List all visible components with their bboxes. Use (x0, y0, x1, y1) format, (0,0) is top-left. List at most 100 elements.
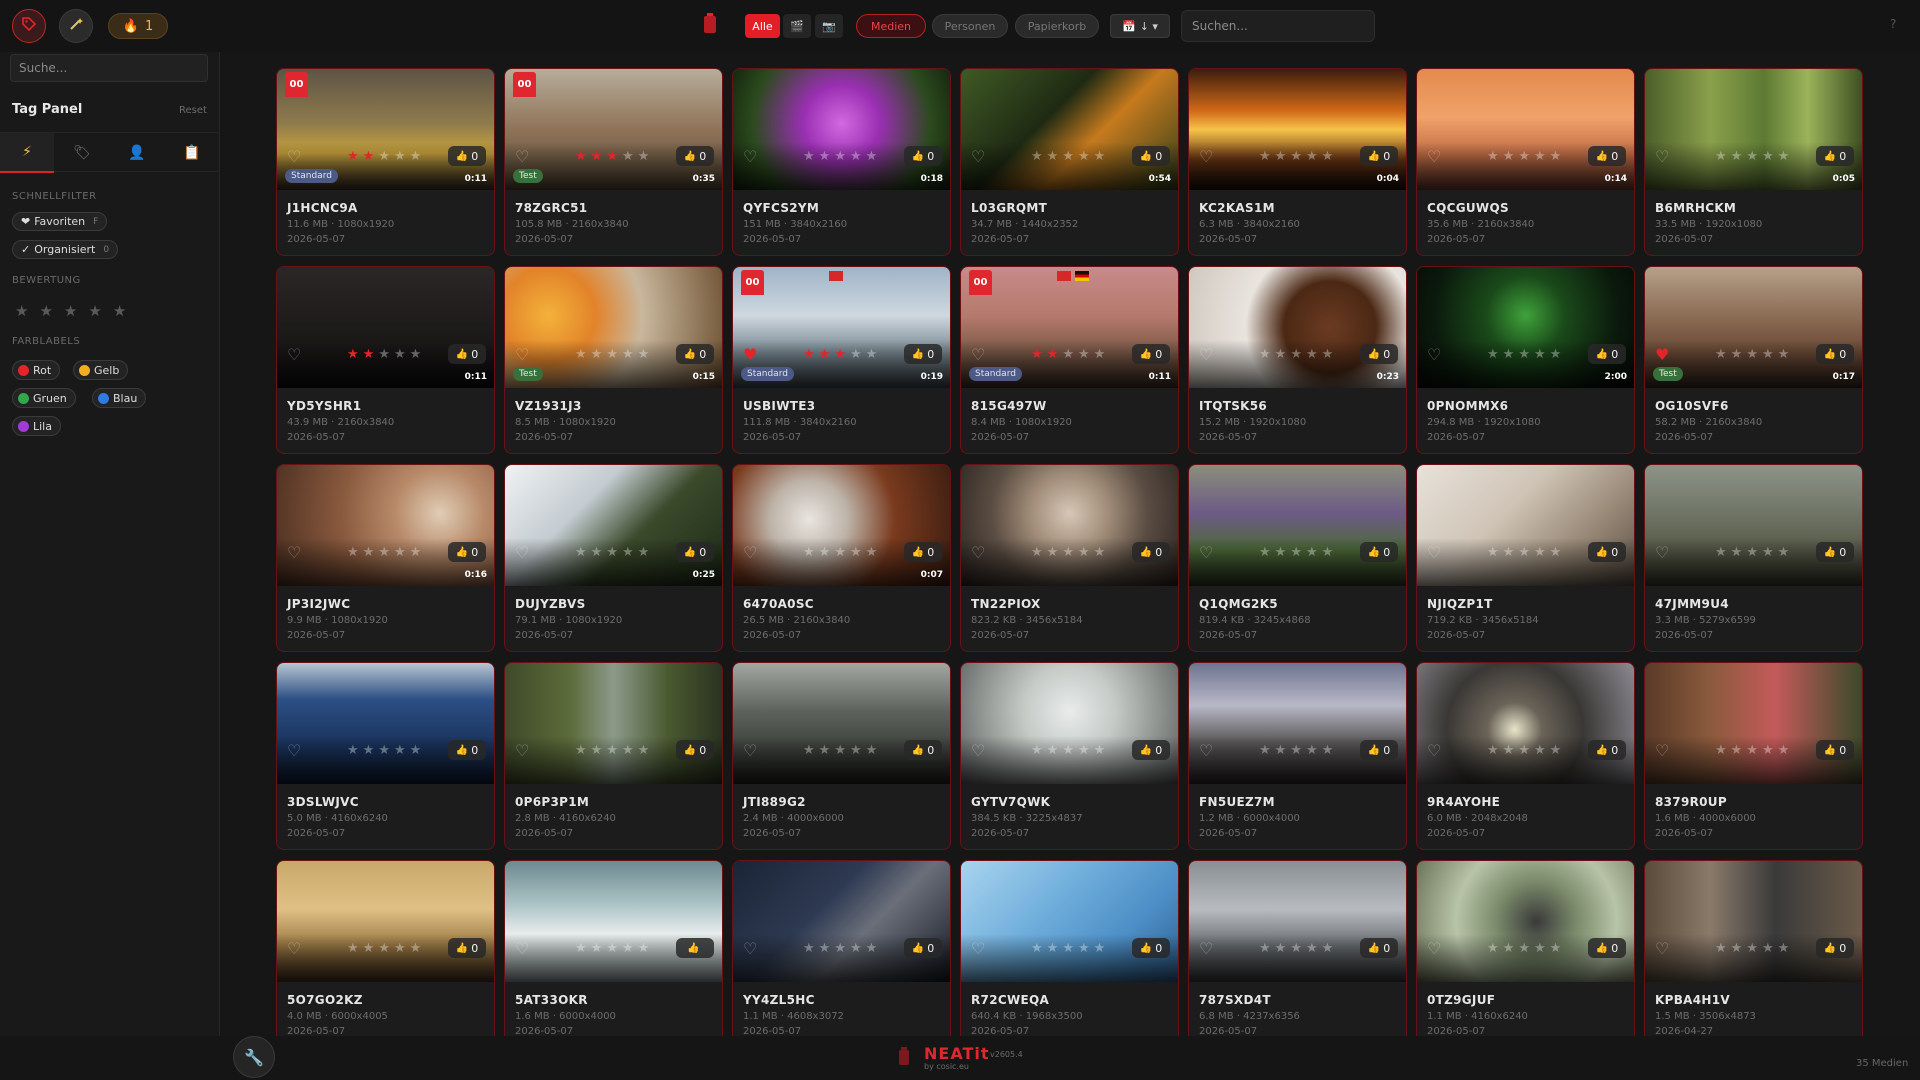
star-icon[interactable]: ★ (1290, 941, 1302, 956)
star-icon[interactable]: ★ (819, 743, 831, 758)
star-icon[interactable]: ★ (1487, 347, 1499, 362)
star-icon[interactable]: ★ (622, 743, 634, 758)
favorite-heart-icon[interactable]: ♡ (971, 147, 985, 166)
star-icon[interactable]: ★ (1731, 149, 1743, 164)
star-icon[interactable]: ★ (1259, 941, 1271, 956)
favorite-heart-icon[interactable]: ♡ (515, 543, 529, 562)
tag-mode-button[interactable] (12, 9, 46, 43)
media-card[interactable]: ♡ ★ ★ ★ ★ ★ 👍 0 8379R0UP 1.6 MB · 4000x6000 2026-0… (1644, 662, 1863, 850)
star-icon[interactable]: ★ (575, 743, 587, 758)
like-button[interactable]: 👍 0 (1360, 146, 1398, 166)
star-icon[interactable]: ★ (803, 743, 815, 758)
favorite-heart-icon[interactable]: ♡ (1199, 939, 1213, 958)
star-icon[interactable]: ★ (1322, 743, 1334, 758)
star-icon[interactable]: ★ (850, 545, 862, 560)
media-card[interactable]: ♡ ★ ★ ★ ★ ★ 👍 0 TN22PIOX 823.2 KB · 3456x5184 2026… (960, 464, 1179, 652)
star-icon[interactable]: ★ (1062, 941, 1074, 956)
like-button[interactable]: 👍 0 (448, 344, 486, 364)
favorite-heart-icon[interactable]: ♡ (515, 939, 529, 958)
favorite-heart-icon[interactable]: ♡ (1655, 939, 1669, 958)
favorite-heart-icon[interactable]: ♥ (1655, 345, 1669, 364)
star-icon[interactable]: ★ (850, 743, 862, 758)
star-icon[interactable]: ★ (363, 545, 375, 560)
star-icon[interactable]: ★ (1275, 149, 1287, 164)
record-button[interactable] (696, 11, 724, 39)
star-icon[interactable]: ★ (1731, 545, 1743, 560)
star-icon[interactable]: ★ (1518, 743, 1530, 758)
like-button[interactable]: 👍 (676, 938, 714, 958)
like-button[interactable]: 👍 0 (676, 146, 714, 166)
star-icon[interactable]: ★ (1778, 149, 1790, 164)
favorite-heart-icon[interactable]: ♡ (287, 147, 301, 166)
media-card[interactable]: ♡ ★ ★ ★ ★ ★ 👍 0 0:16 JP3I2JWC 9.9 MB · 1080x1920 20… (276, 464, 495, 652)
like-button[interactable]: 👍 0 (676, 344, 714, 364)
star-icon[interactable]: ★ (638, 545, 650, 560)
star-icon[interactable]: ★ (394, 941, 406, 956)
favorite-heart-icon[interactable]: ♡ (287, 345, 301, 364)
star-icon[interactable]: ★ (591, 743, 603, 758)
favorite-heart-icon[interactable]: ♡ (287, 741, 301, 760)
filter-video-button[interactable]: 🎬 (783, 14, 811, 38)
star-icon[interactable]: ★ (1731, 743, 1743, 758)
like-button[interactable]: 👍 0 (1360, 938, 1398, 958)
star-icon[interactable]: ★ (1047, 347, 1059, 362)
star-icon[interactable]: ★ (1487, 941, 1499, 956)
like-button[interactable]: 👍 0 (1816, 542, 1854, 562)
favorite-heart-icon[interactable]: ♡ (1427, 939, 1441, 958)
like-button[interactable]: 👍 0 (1132, 740, 1170, 760)
media-card[interactable]: 00 ♡ ★ ★ ★ ★ ★ 👍 0 Standard 0:11 J1HCNC9A 11.6 MB · … (276, 68, 495, 256)
media-thumbnail[interactable] (277, 663, 494, 784)
like-button[interactable]: 👍 0 (1132, 344, 1170, 364)
media-thumbnail[interactable] (505, 663, 722, 784)
favorite-heart-icon[interactable]: ♡ (1199, 345, 1213, 364)
tab-media[interactable]: Medien (856, 14, 926, 38)
star-icon[interactable]: ★ (363, 743, 375, 758)
favorite-heart-icon[interactable]: ♡ (515, 741, 529, 760)
media-card[interactable]: ♡ ★ ★ ★ ★ ★ 👍 0 FN5UEZ7M 1.2 MB · 6000x4000 2026-0… (1188, 662, 1407, 850)
favorite-heart-icon[interactable]: ♡ (1427, 543, 1441, 562)
date-sort-button[interactable]: 📅 ↓ ▾ (1110, 14, 1170, 38)
star-icon[interactable]: ★ (378, 941, 390, 956)
star-icon[interactable]: ★ (1047, 545, 1059, 560)
media-card[interactable]: ♡ ★ ★ ★ ★ ★ 👍 0 Test 0:15 VZ1931J3 8.5 MB · 1080x19… (504, 266, 723, 454)
star-icon[interactable]: ★ (347, 149, 359, 164)
media-card[interactable]: ♡ ★ ★ ★ ★ ★ 👍 0 0:23 ITQTSK56 15.2 MB · 1920x1080 2… (1188, 266, 1407, 454)
star-icon[interactable]: ★ (1715, 149, 1727, 164)
media-card[interactable]: ♡ ★ ★ ★ ★ ★ 👍 0 3DSLWJVC 5.0 MB · 4160x6240 2026-0… (276, 662, 495, 850)
star-icon[interactable]: ★ (1746, 941, 1758, 956)
star-icon[interactable]: ★ (1094, 149, 1106, 164)
star-icon[interactable]: ★ (1487, 545, 1499, 560)
media-thumbnail[interactable] (733, 861, 950, 982)
media-card[interactable]: ♡ ★ ★ ★ ★ ★ 👍 0 0TZ9GJUF 1.1 MB · 4160x6240 2026-0… (1416, 860, 1635, 1036)
media-card[interactable]: ♡ ★ ★ ★ ★ ★ 👍 0 GYTV7QWK 384.5 KB · 3225x4837 2026… (960, 662, 1179, 850)
star-icon[interactable]: ★ (591, 941, 603, 956)
media-thumbnail[interactable] (1645, 465, 1862, 586)
media-card[interactable]: ♡ ★ ★ ★ ★ ★ 👍 0 0:54 L03GRQMT 34.7 MB · 1440x2352 2… (960, 68, 1179, 256)
favorite-heart-icon[interactable]: ♥ (743, 345, 757, 364)
star-icon[interactable]: ★ (1306, 941, 1318, 956)
star-icon[interactable]: ★ (1078, 941, 1090, 956)
star-icon[interactable]: ★ (834, 149, 846, 164)
like-button[interactable]: 👍 0 (904, 146, 942, 166)
filter-photo-button[interactable]: 📷 (815, 14, 843, 38)
star-icon[interactable]: ★ (850, 347, 862, 362)
star-icon[interactable]: ★ (1518, 545, 1530, 560)
star-icon[interactable]: ★ (378, 347, 390, 362)
media-card[interactable]: 00 ♡ ★ ★ ★ ★ ★ 👍 0 Test 0:35 78ZGRC51 105.8 MB · 216… (504, 68, 723, 256)
star-icon[interactable]: ★ (1031, 545, 1043, 560)
star-icon[interactable]: ★ (606, 347, 618, 362)
favorite-heart-icon[interactable]: ♡ (515, 147, 529, 166)
media-thumbnail[interactable] (505, 465, 722, 586)
star-icon[interactable]: ★ (1290, 347, 1302, 362)
like-button[interactable]: 👍 0 (676, 740, 714, 760)
star-icon[interactable]: ★ (1094, 545, 1106, 560)
like-button[interactable]: 👍 0 (904, 344, 942, 364)
star-icon[interactable]: ★ (622, 149, 634, 164)
favorite-heart-icon[interactable]: ♡ (287, 543, 301, 562)
favorite-heart-icon[interactable]: ♡ (743, 939, 757, 958)
star-icon[interactable]: ★ (1290, 545, 1302, 560)
star-icon[interactable]: ★ (1746, 347, 1758, 362)
star-icon[interactable]: ★ (1715, 941, 1727, 956)
media-card[interactable]: ♡ ★ ★ ★ ★ ★ 👍 0 KPBA4H1V 1.5 MB · 3506x4873 2026-0… (1644, 860, 1863, 1036)
media-thumbnail[interactable] (277, 861, 494, 982)
